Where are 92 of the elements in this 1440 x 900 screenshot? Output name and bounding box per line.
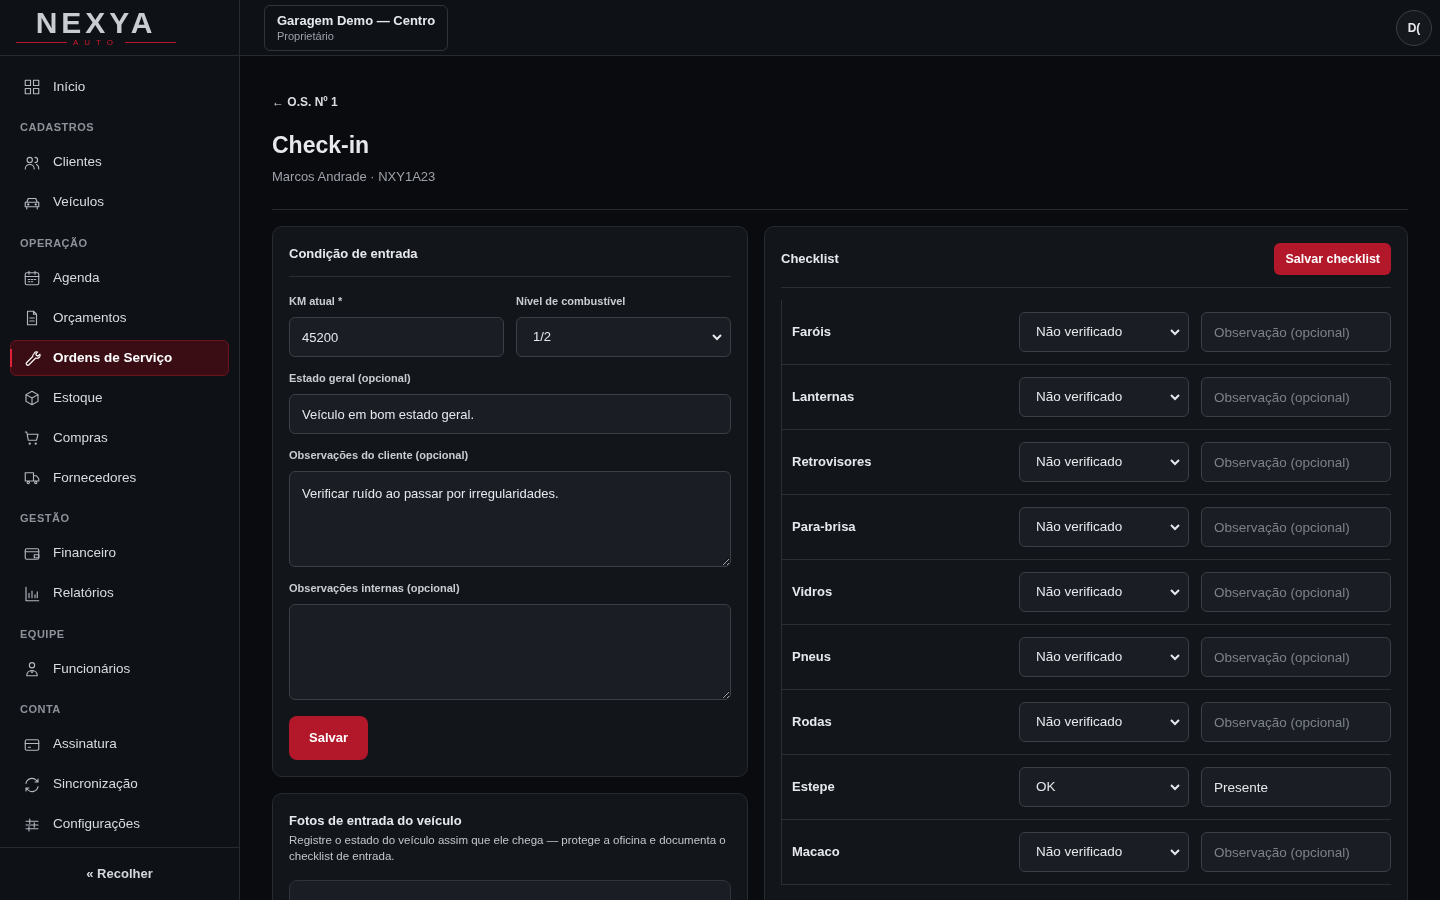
input-field[interactable]: Veículo em bom estado geral. [289, 394, 731, 434]
checklist-item-label: Lanternas [792, 388, 856, 407]
sliders-icon [23, 815, 41, 834]
field-label: Observações internas (opcional) [289, 581, 461, 596]
nav-item[interactable]: Assinatura [10, 726, 229, 763]
note-field[interactable]: Observação (opcional) [1201, 507, 1391, 547]
page-subtitle: Marcos Andrade · NXY1A23 [272, 168, 437, 186]
note-field[interactable]: Presente [1201, 767, 1391, 807]
section-heading: EQUIPE [19, 626, 66, 642]
field-label: KM atual * [289, 294, 344, 309]
nav-item[interactable]: Início [10, 69, 229, 105]
checklist-item-label: Retrovisores [792, 453, 873, 472]
workspace-name: Garagem Demo — Centro [277, 12, 436, 29]
chevron-icon [1170, 718, 1180, 726]
card-description: Registre o estado do veículo assim que ele chega — protege a oficina e documenta o checklist de entrada. [289, 833, 727, 864]
field-label: Nível de combustível [516, 294, 627, 309]
back-link[interactable]: ← O.S. Nº 1 [272, 94, 1408, 110]
cart-icon [23, 429, 41, 447]
save-checklist-button[interactable]: Salvar checklist [1274, 243, 1391, 275]
note-field[interactable]: Observação (opcional) [1201, 312, 1391, 352]
workspace-role: Proprietário [277, 29, 334, 43]
nav-item[interactable]: Clientes [10, 144, 229, 181]
user-avatar[interactable]: D( [1396, 9, 1432, 46]
checklist-item-label: Pneus [792, 648, 832, 667]
textarea-field[interactable] [289, 604, 731, 700]
status-select[interactable]: Não verificado [1019, 312, 1189, 352]
checklist-item-label: Para-brisa [792, 518, 857, 537]
nav-item[interactable]: Funcionários [10, 651, 229, 687]
chevron-icon [1170, 458, 1180, 466]
nav-item[interactable]: Agenda [10, 260, 229, 296]
card-title: Fotos de entrada do veículo [289, 812, 463, 830]
nav-item[interactable]: Compras [10, 420, 229, 456]
checklist-item-label: Faróis [792, 323, 832, 342]
nav-item[interactable]: Veículos [10, 184, 229, 221]
note-field[interactable]: Observação (opcional) [1201, 702, 1391, 742]
status-select[interactable]: Não verificado [1019, 832, 1189, 872]
chevron-icon [1170, 783, 1180, 791]
chevron-icon [1170, 588, 1180, 596]
note-field[interactable]: Observação (opcional) [1201, 637, 1391, 677]
note-field[interactable]: Observação (opcional) [1201, 377, 1391, 417]
note-field[interactable]: Observação (opcional) [1201, 442, 1391, 482]
sync-icon [23, 775, 41, 794]
chevron-icon [1170, 653, 1180, 661]
section-heading: GESTÃO [19, 511, 71, 526]
box-icon [23, 389, 41, 407]
nav-item[interactable]: Fornecedores [10, 460, 229, 496]
bar-chart-icon [23, 584, 41, 603]
chevron-icon [1170, 848, 1180, 856]
fuel-select[interactable]: 1/2 [516, 317, 731, 357]
workspace-switcher[interactable]: Garagem Demo — Centro Proprietário [264, 4, 449, 51]
card-title: Checklist [781, 250, 839, 269]
note-field[interactable]: Observação (opcional) [1201, 832, 1391, 872]
field-label: Estado geral (opcional) [289, 371, 412, 386]
status-select[interactable]: Não verificado [1019, 637, 1189, 677]
wrench-icon [23, 349, 41, 367]
status-select[interactable]: Não verificado [1019, 377, 1189, 417]
section-heading: CADASTROS [19, 120, 96, 135]
status-select[interactable]: Não verificado [1019, 702, 1189, 742]
nav-item[interactable]: Estoque [10, 380, 229, 416]
nav-item[interactable]: Financeiro [10, 535, 229, 572]
note-field[interactable]: Observação (opcional) [1201, 572, 1391, 612]
checklist-item-label: Vidros [792, 583, 834, 602]
section-heading: OPERAÇÃO [19, 235, 89, 251]
calendar-icon [23, 269, 41, 287]
collapse-button[interactable]: « Recolher [86, 864, 153, 884]
status-select[interactable]: Não verificado [1019, 572, 1189, 612]
section-heading: CONTA [19, 702, 62, 717]
status-select[interactable]: OK [1019, 767, 1189, 807]
nav-item[interactable]: Configurações [10, 806, 229, 843]
checklist-item-label: Rodas [792, 713, 833, 732]
save-button[interactable]: Salvar [289, 716, 369, 760]
logo: NEXYA AUTO [16, 8, 176, 47]
grid-icon [23, 78, 41, 96]
field-label: Observações do cliente (opcional) [289, 448, 470, 463]
chevron-icon [1170, 393, 1180, 401]
checklist-item-label: Estepe [792, 778, 836, 797]
chevron-icon [1170, 328, 1180, 336]
nav-item[interactable]: Orçamentos [10, 300, 229, 336]
truck-icon [23, 469, 41, 487]
chevron-icon [1170, 523, 1180, 531]
page-title: Check-in [272, 131, 371, 160]
status-select[interactable]: Não verificado [1019, 507, 1189, 547]
checklist-item-label: Macaco [792, 843, 841, 862]
nav-item[interactable]: Ordens de Serviço [10, 340, 229, 376]
input-field[interactable]: 45200 [289, 317, 504, 357]
textarea-field[interactable]: Verificar ruído ao passar por irregularidades. [289, 471, 731, 567]
chevron-icon [712, 333, 722, 341]
nav-item[interactable]: Sincronização [10, 766, 229, 803]
card-title: Condição de entrada [289, 245, 419, 263]
status-select[interactable]: Não verificado [1019, 442, 1189, 482]
person-icon [23, 660, 41, 678]
nav-item[interactable]: Relatórios [10, 575, 229, 612]
